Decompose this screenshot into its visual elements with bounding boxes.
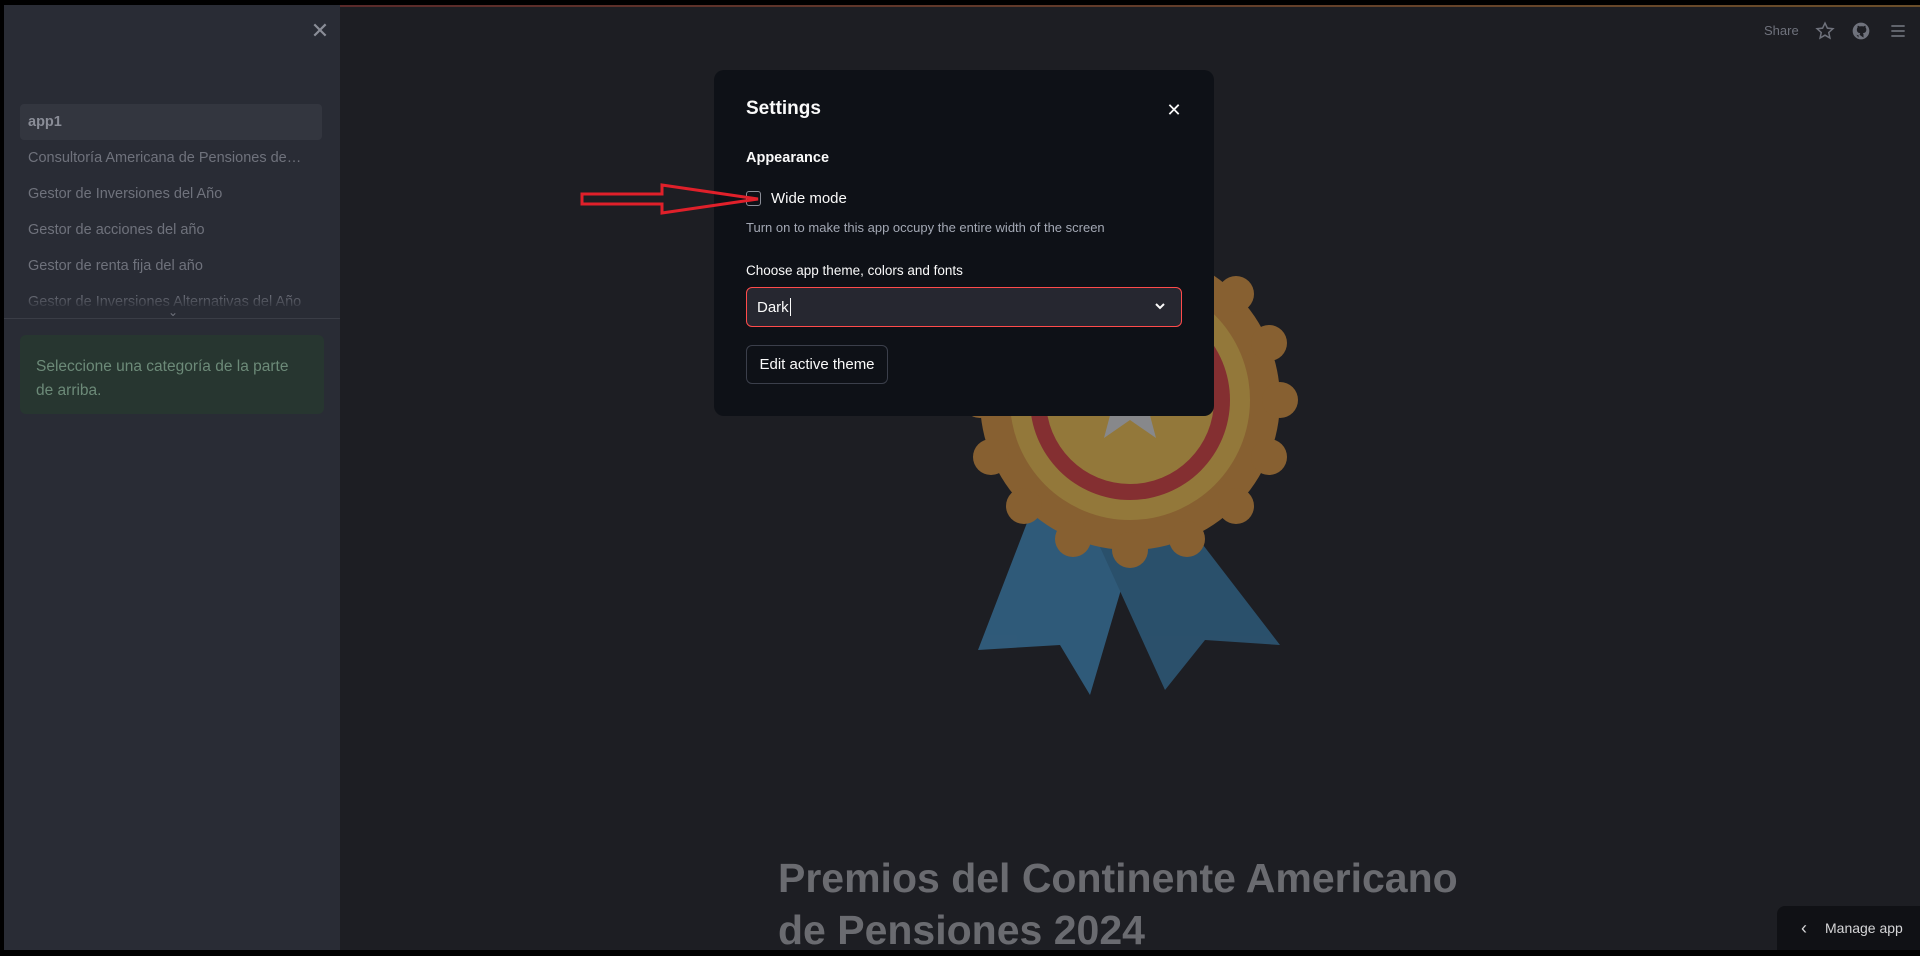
settings-dialog: Settings ✕ Appearance Wide mode Turn on …: [714, 70, 1214, 416]
share-button[interactable]: Share: [1764, 23, 1799, 38]
wide-mode-help-text: Turn on to make this app occupy the enti…: [746, 220, 1105, 235]
sidebar-item-gestor-renta-fija[interactable]: Gestor de renta fija del año: [20, 248, 322, 284]
sidebar-item-gestor-inversiones[interactable]: Gestor de Inversiones del Año: [20, 176, 322, 212]
info-alert: Seleccione una categoría de la parte de …: [20, 335, 324, 414]
sidebar: ✕ app1 Consultoría Americana de Pensione…: [4, 5, 340, 950]
manage-app-button[interactable]: ‹ Manage app: [1777, 906, 1920, 950]
page-title: Premios del Continente Americano de Pens…: [778, 855, 1458, 953]
theme-select-value: Dark: [757, 298, 789, 316]
sidebar-nav: app1 Consultoría Americana de Pensiones …: [20, 104, 322, 310]
github-icon[interactable]: [1851, 21, 1871, 41]
close-icon[interactable]: ✕: [310, 20, 330, 42]
manage-app-label: Manage app: [1825, 920, 1903, 936]
close-icon[interactable]: ✕: [1164, 100, 1184, 120]
chevron-down-icon[interactable]: ⌄: [168, 305, 178, 319]
star-icon[interactable]: [1815, 21, 1835, 41]
dialog-title: Settings: [746, 98, 821, 119]
sidebar-item-gestor-acciones[interactable]: Gestor de acciones del año: [20, 212, 322, 248]
edit-active-theme-button[interactable]: Edit active theme: [746, 345, 888, 384]
top-decoration-line: [340, 5, 1920, 7]
hamburger-menu-icon[interactable]: [1888, 21, 1908, 41]
app-window: ✕ app1 Consultoría Americana de Pensione…: [0, 0, 1920, 953]
text-caret: [789, 298, 791, 316]
chevron-left-icon: ‹: [1801, 917, 1807, 938]
wide-mode-label: Wide mode: [771, 190, 847, 207]
appearance-heading: Appearance: [746, 150, 830, 166]
chevron-down-icon: [1155, 303, 1165, 310]
theme-select-label: Choose app theme, colors and fonts: [746, 263, 963, 278]
sidebar-item-app1[interactable]: app1: [20, 104, 322, 140]
red-arrow-annotation: [580, 183, 759, 215]
wide-mode-toggle[interactable]: Wide mode: [746, 190, 847, 207]
info-alert-text: Seleccione una categoría de la parte de …: [36, 358, 289, 399]
theme-select[interactable]: Dark: [746, 287, 1182, 327]
sidebar-item-consultoria[interactable]: Consultoría Americana de Pensiones de…: [20, 140, 322, 176]
divider: [4, 318, 340, 319]
